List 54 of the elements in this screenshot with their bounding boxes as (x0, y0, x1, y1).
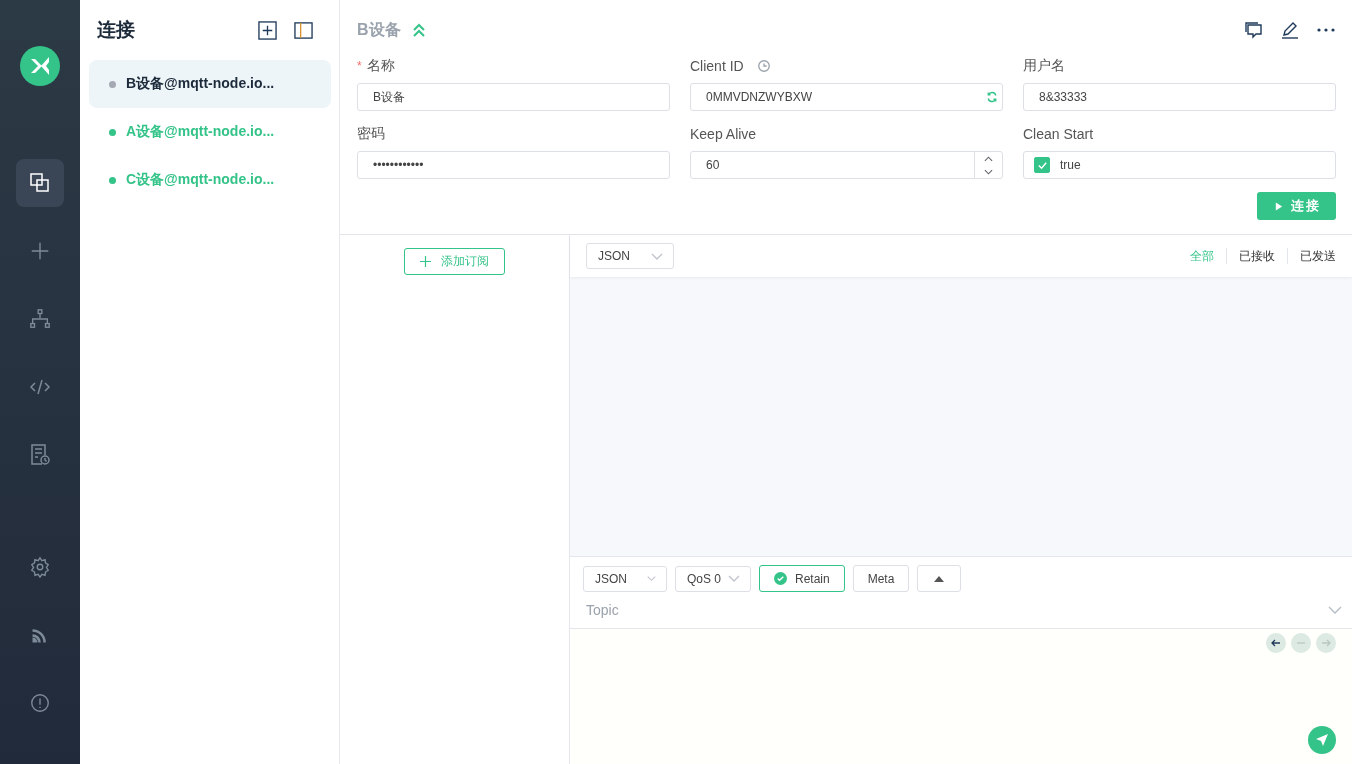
field-label: 名称 (366, 57, 395, 75)
required-mark: * (357, 59, 362, 73)
check-circle-icon (774, 572, 787, 585)
hierarchy-icon (29, 308, 51, 330)
refresh-icon[interactable] (986, 91, 998, 103)
clock-icon[interactable] (756, 59, 771, 73)
overlapping-squares-icon (28, 171, 52, 195)
checkmark-icon (1036, 159, 1048, 171)
chevron-down-icon (728, 575, 740, 582)
number-field[interactable]: 60 (690, 151, 1003, 179)
plus-icon (420, 256, 431, 267)
field-label: Clean Start (1023, 126, 1094, 142)
checkbox[interactable] (1034, 157, 1050, 173)
info-icon (29, 692, 51, 714)
field-label: Keep Alive (690, 126, 757, 142)
qos-select[interactable]: QoS 0 (675, 565, 751, 592)
new-connection-icon[interactable] (258, 20, 277, 40)
send-icon[interactable] (1308, 726, 1336, 754)
panel-toggle-icon[interactable] (294, 20, 313, 40)
more-icon[interactable] (1316, 27, 1336, 33)
settings-icon (29, 556, 51, 578)
panel-title: 连接 (97, 18, 136, 42)
input-field[interactable]: 8&33333 (1023, 83, 1336, 111)
chevron-down-icon (651, 252, 663, 260)
document-clock-icon (28, 443, 52, 467)
decrement-icon[interactable] (984, 168, 993, 175)
edit-icon[interactable] (1280, 20, 1300, 40)
back-icon[interactable] (1266, 633, 1286, 653)
connection-item[interactable]: B设备@mqtt-node.io... (89, 60, 331, 108)
increment-icon[interactable] (984, 155, 993, 162)
play-icon (1275, 201, 1283, 211)
field-label: 用户名 (1023, 57, 1065, 75)
retain-toggle[interactable]: Retain (759, 565, 845, 592)
message-filter-tab[interactable]: 已发送 (1300, 247, 1336, 265)
connection-title: B设备 (357, 19, 401, 40)
triangle-up-icon (934, 575, 945, 582)
payload-format-select[interactable]: JSON (583, 565, 667, 592)
connections-nav-button[interactable] (16, 159, 64, 207)
topic-field[interactable]: Topic (586, 602, 1328, 618)
input-field[interactable]: 0MMVDNZWYBXW (690, 83, 1003, 111)
format-select[interactable]: JSON (586, 243, 674, 269)
meta-button[interactable]: Meta (852, 565, 910, 592)
chevron-down-icon[interactable] (1328, 606, 1342, 614)
chat-icon[interactable] (1244, 20, 1264, 40)
chevron-down-icon (647, 575, 656, 582)
expand-button[interactable] (917, 565, 962, 592)
message-filter-tab[interactable]: 已接收 (1239, 247, 1275, 265)
field-label: Client ID (690, 58, 744, 74)
input-field[interactable]: B设备 (357, 83, 670, 111)
app-logo-icon (20, 46, 60, 86)
field-label: 密码 (357, 125, 385, 143)
input-field[interactable]: •••••••••••• (357, 151, 670, 179)
checkbox-field[interactable]: true (1023, 151, 1336, 179)
plus-icon (29, 240, 51, 262)
